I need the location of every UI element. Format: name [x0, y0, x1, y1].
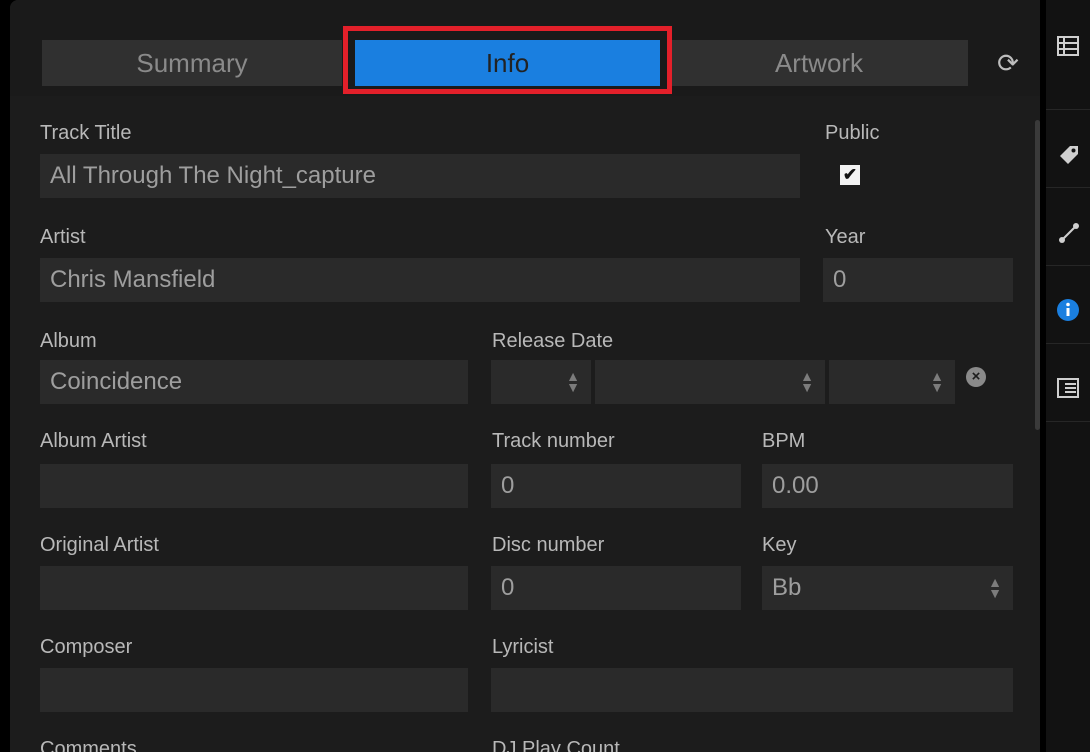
- original-artist-label: Original Artist: [40, 534, 159, 556]
- release-date-year[interactable]: ▲ ▼: [829, 360, 955, 404]
- details-icon: [1057, 378, 1079, 398]
- release-date-month[interactable]: ▲ ▼: [595, 360, 825, 404]
- lyricist-input[interactable]: [491, 668, 1013, 712]
- sidebar-share-button[interactable]: [1046, 198, 1090, 266]
- tab-info[interactable]: Info: [355, 40, 660, 86]
- dj-play-count-label: DJ Play Count: [492, 738, 620, 752]
- track-title-input[interactable]: All Through The Night_capture: [40, 154, 800, 198]
- track-number-label: Track number: [492, 430, 615, 452]
- album-label: Album: [40, 330, 97, 352]
- bpm-input[interactable]: 0.00: [762, 464, 1013, 508]
- original-artist-input[interactable]: [40, 566, 468, 610]
- public-checkbox[interactable]: ✔: [840, 165, 860, 185]
- public-label: Public: [825, 122, 880, 144]
- release-date-day[interactable]: ▲ ▼: [491, 360, 591, 404]
- right-sidebar: [1046, 0, 1090, 752]
- key-spinner-icon[interactable]: ▲ ▼: [987, 566, 1003, 600]
- bpm-label: BPM: [762, 430, 806, 452]
- track-info-panel: Summary Info Artwork ⟳ Track Title All T…: [10, 0, 1040, 752]
- info-icon: [1057, 299, 1079, 321]
- artist-input[interactable]: Chris Mansfield: [40, 258, 800, 302]
- year-label: Year: [825, 226, 866, 248]
- track-title-label: Track Title: [40, 122, 132, 144]
- sidebar-list-button[interactable]: [1046, 0, 1090, 110]
- share-icon: [1059, 223, 1079, 243]
- clear-date-button[interactable]: ×: [966, 367, 986, 387]
- scrollbar[interactable]: [1035, 120, 1040, 430]
- tab-artwork[interactable]: Artwork: [670, 40, 968, 86]
- disc-number-input[interactable]: 0: [491, 566, 741, 610]
- composer-label: Composer: [40, 636, 133, 658]
- artist-label: Artist: [40, 226, 86, 248]
- close-icon: ×: [971, 368, 981, 385]
- tab-bar: Summary Info Artwork ⟳: [10, 0, 1040, 96]
- tab-summary[interactable]: Summary: [42, 40, 342, 86]
- key-select[interactable]: Bb ▲ ▼: [762, 566, 1013, 610]
- list-icon: [1057, 36, 1079, 56]
- sidebar-tag-button[interactable]: [1046, 120, 1090, 188]
- lyricist-label: Lyricist: [492, 636, 554, 658]
- composer-input[interactable]: [40, 668, 468, 712]
- album-artist-input[interactable]: [40, 464, 468, 508]
- day-spinner-icon[interactable]: ▲ ▼: [565, 360, 581, 394]
- sidebar-info-button[interactable]: [1046, 276, 1090, 344]
- sync-button[interactable]: ⟳: [990, 40, 1026, 86]
- album-artist-label: Album Artist: [40, 430, 147, 452]
- release-date-label: Release Date: [492, 330, 614, 352]
- year-input[interactable]: 0: [823, 258, 1013, 302]
- sidebar-details-button[interactable]: [1046, 354, 1090, 422]
- track-number-input[interactable]: 0: [491, 464, 741, 508]
- comments-label: Comments: [40, 738, 137, 752]
- month-spinner-icon[interactable]: ▲ ▼: [799, 360, 815, 394]
- sync-icon: ⟳: [997, 48, 1019, 78]
- year-spinner-icon[interactable]: ▲ ▼: [929, 360, 945, 394]
- key-label: Key: [762, 534, 797, 556]
- album-input[interactable]: Coincidence: [40, 360, 468, 404]
- disc-number-label: Disc number: [492, 534, 605, 556]
- tag-icon: [1060, 146, 1078, 164]
